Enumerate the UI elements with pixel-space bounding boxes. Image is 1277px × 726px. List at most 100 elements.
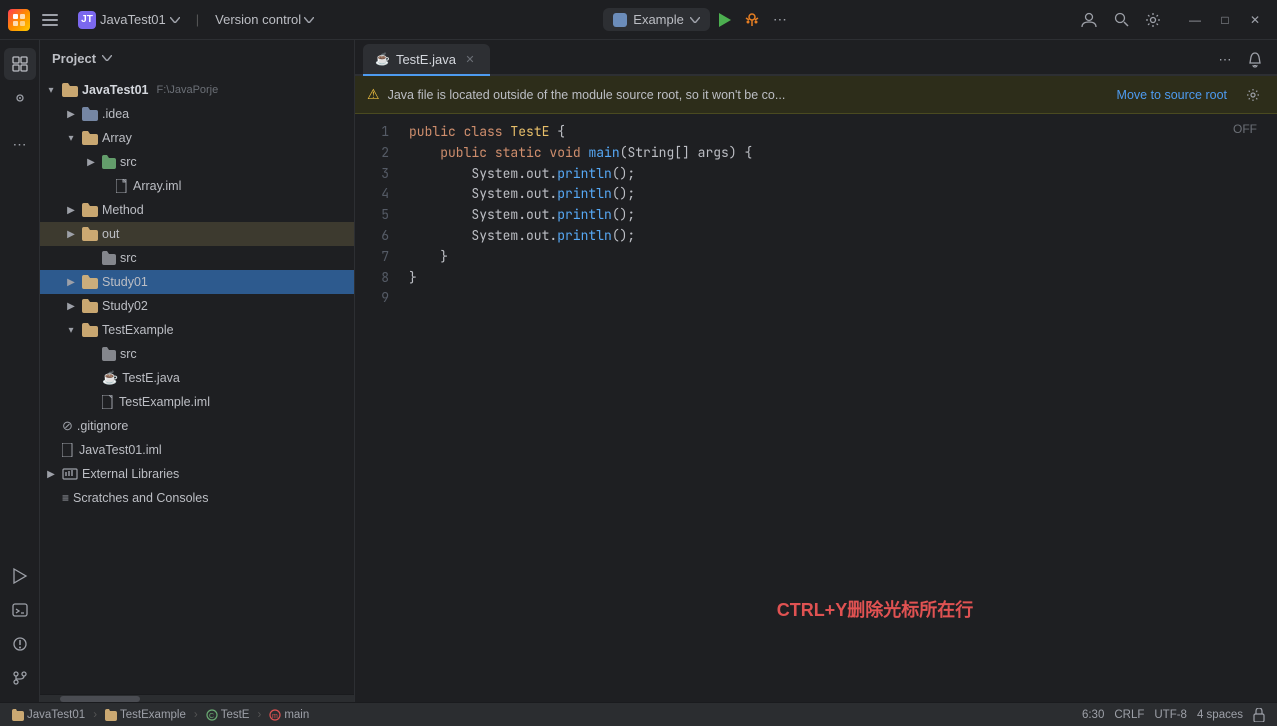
- expand-arrow[interactable]: ▾: [64, 323, 78, 337]
- status-encoding-label: UTF-8: [1154, 709, 1187, 721]
- tree-subtext: F:\JavaPorje: [157, 84, 219, 96]
- sidebar-icon-git[interactable]: [4, 662, 36, 694]
- expand-arrow[interactable]: ▶: [64, 203, 78, 217]
- horizontal-scrollbar[interactable]: [40, 694, 354, 702]
- sidebar-icon-more[interactable]: ⋯: [4, 128, 36, 160]
- code-editor[interactable]: 1 2 3 4 5 6 7 8 9 public class TestE { p…: [355, 114, 1277, 702]
- status-lock[interactable]: [1249, 708, 1269, 722]
- tree-item-out[interactable]: ▶ out: [40, 222, 354, 246]
- version-control-selector[interactable]: Version control: [207, 8, 322, 31]
- expand-arrow[interactable]: ▶: [64, 275, 78, 289]
- window-controls: — □ ✕: [1181, 6, 1269, 34]
- maximize-button[interactable]: □: [1211, 6, 1239, 34]
- tree-item-array-src[interactable]: ▶ src: [40, 150, 354, 174]
- project-panel-chevron[interactable]: [102, 55, 112, 61]
- tree-item-gitignore[interactable]: ⊘ .gitignore: [40, 414, 354, 438]
- notifications-bell[interactable]: [1241, 46, 1269, 74]
- sidebar-icon-project[interactable]: [4, 48, 36, 80]
- code-line-6: System.out.println();: [409, 226, 1265, 247]
- expand-arrow[interactable]: ▾: [64, 131, 78, 145]
- sidebar-icon-plugins[interactable]: [4, 82, 36, 114]
- status-class[interactable]: C TestE: [202, 709, 254, 721]
- tab-bar: ☕ TestE.java ✕ ⋯: [355, 40, 1277, 76]
- expand-arrow-empty: [84, 395, 98, 409]
- status-method[interactable]: m main: [265, 709, 313, 721]
- tab-more-button[interactable]: ⋯: [1211, 46, 1239, 74]
- tree-item-javatest01-iml[interactable]: JavaTest01.iml: [40, 438, 354, 462]
- expand-arrow[interactable]: ▾: [44, 83, 58, 97]
- folder-icon: [82, 323, 98, 337]
- status-bar: JavaTest01 › TestExample › C TestE › m m…: [0, 702, 1277, 726]
- expand-arrow[interactable]: ▶: [64, 227, 78, 241]
- tree-item-array-iml[interactable]: Array.iml: [40, 174, 354, 198]
- line-numbers: 1 2 3 4 5 6 7 8 9: [355, 114, 397, 702]
- tree-item-method[interactable]: ▶ Method: [40, 198, 354, 222]
- tree-item-testexample-iml[interactable]: TestExample.iml: [40, 390, 354, 414]
- tree-item-javatest01[interactable]: ▾ JavaTest01 F:\JavaPorje: [40, 78, 354, 102]
- expand-arrow[interactable]: ▶: [84, 155, 98, 169]
- profile-button[interactable]: [1075, 6, 1103, 34]
- tree-item-study01[interactable]: ▶ Study01: [40, 270, 354, 294]
- expand-arrow[interactable]: ▶: [44, 467, 58, 481]
- tree-item-external-libraries[interactable]: ▶ External Libraries: [40, 462, 354, 486]
- hamburger-menu-button[interactable]: [36, 6, 64, 34]
- folder-small-icon: [12, 709, 24, 721]
- status-position[interactable]: 6:30: [1078, 709, 1108, 721]
- run-config-selector[interactable]: Example: [603, 8, 710, 31]
- project-selector[interactable]: JT JavaTest01: [70, 7, 188, 33]
- project-name: JavaTest01: [100, 12, 166, 27]
- sidebar-icon-run[interactable]: [4, 560, 36, 592]
- tree-item-study02[interactable]: ▶ Study02: [40, 294, 354, 318]
- project-panel-header: Project: [40, 40, 354, 76]
- chevron-down-icon-vc: [304, 17, 314, 23]
- tree-item-teste-java[interactable]: ☕ TestE.java: [40, 366, 354, 390]
- expand-arrow[interactable]: ▶: [64, 299, 78, 313]
- main-layout: ⋯ Project ▾ JavaTest01 F:\JavaPorje: [0, 40, 1277, 702]
- warning-settings-button[interactable]: [1241, 83, 1265, 107]
- sidebar-icon-terminal[interactable]: [4, 594, 36, 626]
- folder-icon: [62, 83, 78, 97]
- file-icon: [62, 443, 75, 457]
- tree-item-out-src[interactable]: src: [40, 246, 354, 270]
- more-actions-button[interactable]: ⋯: [766, 6, 794, 34]
- tree-item-testexample-src[interactable]: src: [40, 342, 354, 366]
- run-button[interactable]: [710, 6, 738, 34]
- tab-close-button[interactable]: ✕: [462, 51, 478, 67]
- status-module[interactable]: TestExample: [101, 709, 190, 721]
- project-tree: ▾ JavaTest01 F:\JavaPorje ▶ .idea ▾ Arra…: [40, 76, 354, 694]
- expand-arrow[interactable]: ▶: [64, 107, 78, 121]
- titlebar-actions: [1075, 6, 1167, 34]
- tree-label: Study01: [102, 275, 148, 289]
- svg-text:C: C: [209, 713, 214, 720]
- code-line-8: }: [409, 268, 1265, 289]
- warning-message: Java file is located outside of the modu…: [388, 88, 1103, 102]
- search-button[interactable]: [1107, 6, 1135, 34]
- status-line-ending[interactable]: CRLF: [1110, 709, 1148, 721]
- svg-text:m: m: [272, 713, 278, 720]
- move-to-source-root-button[interactable]: Move to source root: [1111, 85, 1233, 105]
- settings-button[interactable]: [1139, 6, 1167, 34]
- tree-label: JavaTest01: [82, 83, 149, 97]
- separator: |: [196, 12, 199, 27]
- editor-off-label: OFF: [1233, 122, 1257, 136]
- tree-item-array[interactable]: ▾ Array: [40, 126, 354, 150]
- tree-label: TestE.java: [122, 371, 180, 385]
- status-encoding[interactable]: UTF-8: [1150, 709, 1191, 721]
- titlebar-center: Example ⋯: [328, 6, 1069, 34]
- tree-label: Array: [102, 131, 132, 145]
- status-project-label: JavaTest01: [27, 709, 85, 721]
- expand-arrow-empty: [44, 443, 58, 457]
- expand-arrow-empty: [84, 251, 98, 265]
- close-button[interactable]: ✕: [1241, 6, 1269, 34]
- minimize-button[interactable]: —: [1181, 6, 1209, 34]
- debug-button[interactable]: [738, 6, 766, 34]
- tab-teste-java[interactable]: ☕ TestE.java ✕: [363, 44, 490, 76]
- status-indent[interactable]: 4 spaces: [1193, 709, 1247, 721]
- tree-label: .idea: [102, 107, 129, 121]
- tree-item-idea[interactable]: ▶ .idea: [40, 102, 354, 126]
- status-project[interactable]: JavaTest01: [8, 709, 89, 721]
- tree-item-scratches[interactable]: ≡ Scratches and Consoles: [40, 486, 354, 510]
- tree-item-testexample[interactable]: ▾ TestExample: [40, 318, 354, 342]
- sidebar-icon-todo[interactable]: [4, 628, 36, 660]
- project-panel: Project ▾ JavaTest01 F:\JavaPorje ▶ .ide…: [40, 40, 355, 702]
